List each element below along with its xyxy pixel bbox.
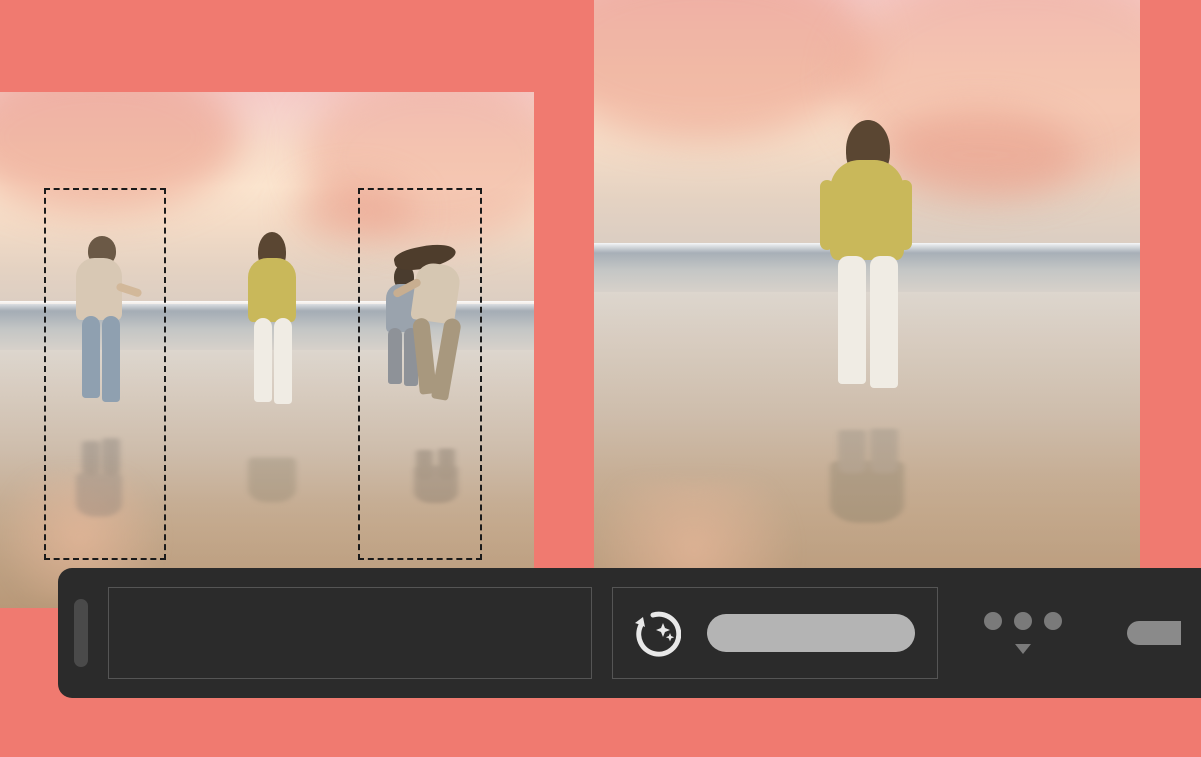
figure-4-reflection bbox=[386, 447, 476, 519]
figure-2-reflection bbox=[236, 444, 308, 521]
before-image-panel[interactable] bbox=[0, 92, 534, 608]
figure-1 bbox=[62, 236, 142, 416]
cloud bbox=[294, 182, 414, 242]
prompt-input-panel[interactable] bbox=[108, 587, 592, 679]
variations-dropdown[interactable] bbox=[984, 612, 1062, 654]
toolbar-drag-grip[interactable] bbox=[74, 599, 88, 667]
figure-2-center bbox=[236, 232, 308, 412]
beach-scene-right bbox=[594, 0, 1140, 608]
figure-4 bbox=[386, 240, 476, 410]
properties-pill[interactable] bbox=[1127, 621, 1181, 645]
chevron-down-icon bbox=[1015, 644, 1031, 654]
figure-center bbox=[812, 120, 922, 400]
beach-scene-left bbox=[0, 92, 534, 608]
figure-1-reflection bbox=[62, 448, 142, 532]
more-options-icon bbox=[984, 612, 1062, 630]
figure-center-reflection bbox=[812, 442, 922, 547]
contextual-task-bar bbox=[58, 568, 1201, 698]
generate-button[interactable] bbox=[707, 614, 915, 652]
generate-action-panel bbox=[612, 587, 938, 679]
after-image-panel[interactable] bbox=[594, 0, 1140, 608]
generative-fill-sparkle-icon bbox=[633, 609, 681, 657]
